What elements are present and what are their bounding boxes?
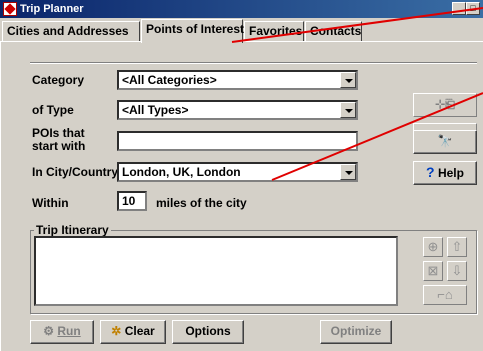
tab-points-of-interest[interactable]: Points of Interest [141, 19, 244, 43]
type-dropdown[interactable]: <All Types> [117, 100, 358, 120]
itinerary-list[interactable] [34, 236, 398, 306]
tab-contacts[interactable]: Contacts [305, 21, 362, 41]
chevron-down-icon[interactable] [340, 164, 356, 180]
options-label: Options [185, 324, 231, 338]
app-icon [3, 2, 17, 16]
within-label: Within [32, 196, 69, 210]
maximize-button[interactable]: □ [466, 2, 480, 15]
help-button[interactable]: ? Help [413, 161, 477, 185]
optimize-button[interactable]: Optimize [320, 320, 392, 344]
tab-favorites[interactable]: Favorites [244, 21, 304, 41]
type-label: of Type [32, 103, 74, 117]
starts-with-label: POIs that start with [32, 126, 86, 153]
move-down-button[interactable]: ⇩ [447, 261, 467, 281]
category-dropdown[interactable]: <All Categories> [117, 70, 358, 90]
type-value: <All Types> [122, 103, 189, 117]
run-icon: ⚙ [43, 324, 55, 338]
delete-stop-button[interactable]: ⊠ [423, 261, 443, 281]
tab-cities-and-addresses[interactable]: Cities and Addresses [2, 21, 140, 41]
clear-icon: ✲ [111, 324, 122, 338]
run-label: Run [57, 324, 81, 338]
add-poi-button[interactable]: ⊹⎗ [413, 93, 477, 117]
within-suffix: miles of the city [156, 196, 247, 210]
divider [30, 62, 477, 64]
question-mark-icon: ? [426, 164, 435, 180]
optimize-label: Optimize [330, 324, 382, 338]
city-dropdown[interactable]: London, UK, London [117, 162, 358, 182]
zoom-stop-button[interactable]: ⊕ [423, 237, 443, 257]
chevron-down-icon[interactable] [340, 72, 356, 88]
options-button[interactable]: Options [172, 320, 244, 344]
minimize-button[interactable]: _ [452, 2, 466, 15]
reverse-route-button[interactable]: ⌐⌂ [423, 285, 467, 305]
binoculars-icon: 🔭 [437, 134, 453, 148]
find-poi-button[interactable]: 🔭 [413, 130, 477, 154]
city-value: London, UK, London [122, 165, 241, 179]
clear-label: Clear [124, 324, 155, 338]
poi-starts-with-input[interactable] [117, 131, 358, 151]
arrow-down-icon: ⇩ [451, 263, 463, 278]
arrow-up-icon: ⇧ [451, 239, 463, 254]
chevron-down-icon[interactable] [340, 102, 356, 118]
route-icon: ⌐⌂ [437, 287, 453, 302]
move-up-button[interactable]: ⇧ [447, 237, 467, 257]
within-miles-input[interactable]: 10 [117, 191, 147, 211]
category-label: Category [32, 73, 85, 87]
delete-x-icon: ⊠ [427, 263, 439, 278]
category-value: <All Categories> [122, 73, 217, 87]
help-label: Help [437, 166, 464, 180]
run-button[interactable]: ⚙ Run [30, 320, 94, 344]
clear-button[interactable]: ✲ Clear [100, 320, 166, 344]
add-to-itinerary-icon: ⊹⎗ [435, 97, 455, 111]
window-title: Trip Planner [20, 3, 84, 15]
city-label: In City/Country [32, 165, 118, 179]
magnifier-icon: ⊕ [427, 239, 439, 254]
